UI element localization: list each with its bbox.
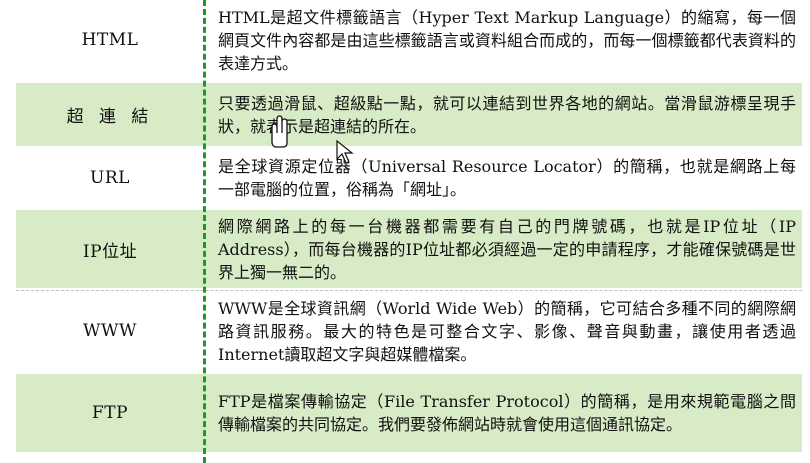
row-www: WWW WWW是全球資訊網（World Wide Web）的簡稱，它可結合多種不… — [16, 290, 802, 371]
row-html: HTML HTML是超文件標籤語言（Hyper Text Markup Lang… — [16, 0, 802, 80]
term-html: HTML — [81, 30, 139, 50]
term-hyperlink: 超 連 結 — [66, 107, 154, 127]
desc-ftp: FTP是檔案傳輸協定（File Transfer Protocol）的簡稱，是用… — [218, 392, 796, 434]
glossary-table: HTML HTML是超文件標籤語言（Hyper Text Markup Lang… — [0, 0, 810, 463]
desc-html: HTML是超文件標籤語言（Hyper Text Markup Language）… — [218, 7, 796, 73]
row-hyperlink: 超 連 結 只要透過滑鼠、超級點一點，就可以連結到世界各地的網站。當滑鼠游標呈現… — [16, 83, 802, 146]
row-ip: IP位址 網際網路上的每一台機器都需要有自己的門牌號碼，也就是IP位址（IP A… — [16, 210, 802, 288]
desc-url: 是全球資源定位器（Universal Resource Locator）的簡稱，… — [218, 157, 796, 199]
arrow-cursor-icon — [336, 139, 354, 164]
row-ftp: FTP FTP是檔案傳輸協定（File Transfer Protocol）的簡… — [16, 374, 802, 452]
term-ip: IP位址 — [82, 241, 138, 262]
row-url: URL 是全球資源定位器（Universal Resource Locator）… — [16, 148, 802, 208]
column-divider — [203, 0, 206, 463]
hand-pointer-icon — [271, 115, 288, 148]
term-www: WWW — [83, 321, 137, 341]
desc-hyperlink: 只要透過滑鼠、超級點一點，就可以連結到世界各地的網站。當滑鼠游標呈現手狀，就表示… — [218, 93, 796, 136]
desc-www: WWW是全球資訊網（World Wide Web）的簡稱，它可結合多種不同的網際… — [218, 298, 796, 364]
desc-ip: 網際網路上的每一台機器都需要有自己的門牌號碼，也就是IP位址（IP Addres… — [218, 216, 796, 282]
term-url: URL — [90, 168, 130, 188]
term-ftp: FTP — [91, 403, 129, 423]
